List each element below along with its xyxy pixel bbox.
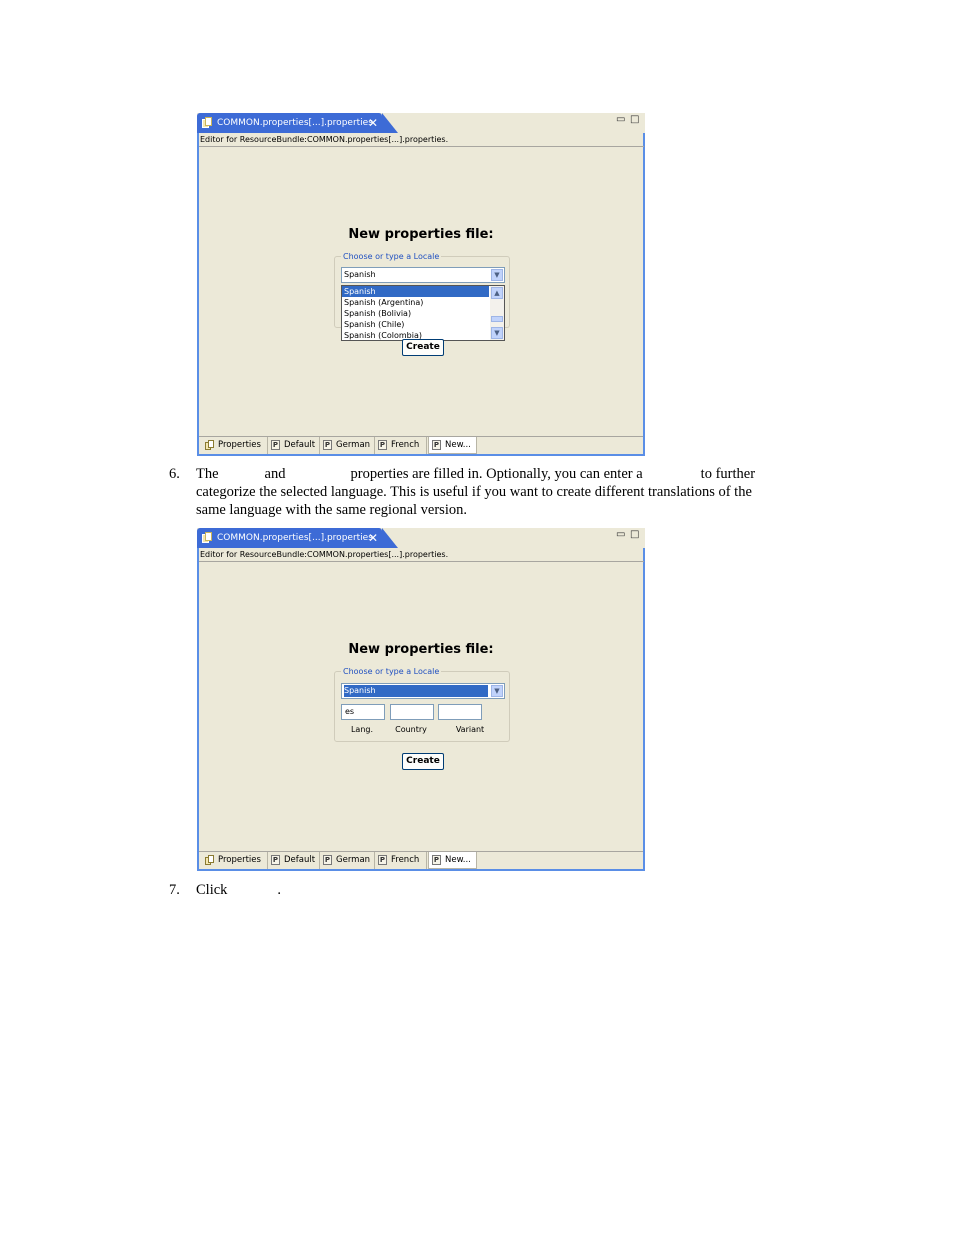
list-item[interactable]: Spanish (Argentina): [342, 297, 489, 308]
scrollbar-thumb[interactable]: [491, 316, 503, 322]
properties-file-icon: P: [378, 855, 387, 865]
tab-new[interactable]: P New...: [428, 852, 477, 869]
text-fragment: .: [277, 882, 282, 898]
variant-input[interactable]: [438, 704, 482, 720]
chevron-down-icon[interactable]: ▼: [491, 327, 503, 339]
step-6-line-3: same language with the same regional ver…: [196, 502, 467, 518]
panel-title: New properties file:: [348, 227, 494, 242]
tab-french[interactable]: P French: [375, 852, 427, 869]
properties-file-icon: P: [432, 855, 441, 865]
tab-german[interactable]: P German: [320, 437, 375, 454]
tab-label: French: [391, 440, 420, 450]
tab-label: Properties: [218, 440, 261, 450]
tab-default[interactable]: P Default: [268, 437, 320, 454]
tab-label: French: [391, 855, 420, 865]
locale-combo-value: Spanish: [344, 270, 376, 279]
country-input[interactable]: [390, 704, 434, 720]
step-number: 6.: [169, 466, 180, 482]
locale-combo[interactable]: Spanish ▼: [341, 267, 505, 283]
list-item[interactable]: Spanish (Chile): [342, 319, 489, 330]
variant-label: Variant: [455, 725, 485, 734]
tab-label: Default: [284, 440, 316, 450]
properties-file-icon: P: [378, 440, 387, 450]
tab-label: Default: [284, 855, 316, 865]
create-button[interactable]: Create: [402, 339, 444, 356]
maximize-icon[interactable]: □: [630, 530, 639, 540]
step-6-text: The and properties are filled in. Optional…: [196, 465, 806, 519]
bottom-tab-bar: Properties P Default P German P French P…: [199, 436, 643, 454]
step-7-text: Click.: [196, 881, 806, 899]
editor-header: Editor for ResourceBundle:COMMON.propert…: [199, 133, 644, 147]
properties-file-icon: P: [323, 440, 332, 450]
tab-german[interactable]: P German: [320, 852, 375, 869]
list-item[interactable]: Spanish (Bolivia): [342, 308, 489, 319]
maximize-icon[interactable]: □: [630, 115, 639, 125]
bottom-tab-bar: Properties P Default P German P French P…: [199, 851, 643, 869]
lang-input[interactable]: es: [341, 704, 385, 720]
panel-title: New properties file:: [348, 642, 494, 657]
locale-group-label: Choose or type a Locale: [341, 667, 442, 677]
resource-bundle-icon: [205, 440, 214, 450]
editor-tab-active[interactable]: COMMON.properties[...].properties ✕: [197, 113, 398, 133]
tab-french[interactable]: P French: [375, 437, 427, 454]
tab-label: German: [336, 855, 371, 865]
editor-tab-title: COMMON.properties[...].properties: [217, 533, 373, 543]
editor-tab-row: COMMON.properties[...].properties ✕ ▭ □: [197, 113, 645, 133]
locale-combo-value: Spanish: [344, 685, 488, 697]
minimize-icon[interactable]: ▭: [616, 530, 625, 540]
close-icon[interactable]: ✕: [368, 113, 378, 133]
step-number: 7.: [169, 882, 180, 898]
tab-new[interactable]: P New...: [428, 437, 477, 454]
resource-bundle-icon: [205, 855, 214, 865]
resource-bundle-icon: [202, 117, 212, 128]
text-fragment: properties are filled in. Optionally, yo…: [350, 466, 643, 482]
properties-file-icon: P: [271, 440, 280, 450]
editor-area: Editor for ResourceBundle:COMMON.propert…: [197, 133, 645, 456]
tab-properties[interactable]: Properties: [202, 852, 268, 869]
text-fragment: to further: [700, 466, 756, 482]
list-item[interactable]: Spanish: [342, 286, 489, 297]
editor-tab-row: COMMON.properties[...].properties ✕ ▭ □: [197, 528, 645, 548]
lang-label: Lang.: [350, 725, 374, 734]
chevron-down-icon[interactable]: ▼: [491, 269, 503, 281]
chevron-up-icon[interactable]: ▲: [491, 287, 503, 299]
text-fragment: The: [196, 466, 219, 482]
properties-file-icon: P: [432, 440, 441, 450]
dropdown-scrollbar[interactable]: ▲ ▼: [490, 286, 504, 340]
text-fragment: and: [264, 466, 286, 482]
step-6-line-1: The and properties are filled in. Optional…: [196, 465, 806, 483]
editor-screenshot-bottom: COMMON.properties[...].properties ✕ ▭ □ …: [197, 528, 645, 871]
create-button[interactable]: Create: [402, 753, 444, 770]
locale-combo[interactable]: Spanish ▼: [341, 683, 505, 699]
country-label: Country: [395, 725, 427, 734]
properties-file-icon: P: [323, 855, 332, 865]
locale-group-label: Choose or type a Locale: [341, 252, 442, 262]
locale-dropdown-list[interactable]: Spanish Spanish (Argentina) Spanish (Bol…: [341, 285, 505, 341]
tab-label: German: [336, 440, 371, 450]
editor-tab-title: COMMON.properties[...].properties: [217, 118, 373, 128]
close-icon[interactable]: ✕: [368, 528, 378, 548]
properties-file-icon: P: [271, 855, 280, 865]
text-fragment: Click: [196, 882, 228, 898]
chevron-down-icon[interactable]: ▼: [491, 685, 503, 697]
step-6-line-2: categorize the selected language. This i…: [196, 484, 752, 500]
minimize-icon[interactable]: ▭: [616, 115, 625, 125]
tab-label: Properties: [218, 855, 261, 865]
tab-label: New...: [445, 440, 471, 450]
tab-default[interactable]: P Default: [268, 852, 320, 869]
editor-header: Editor for ResourceBundle:COMMON.propert…: [199, 548, 644, 562]
editor-screenshot-top: COMMON.properties[...].properties ✕ ▭ □ …: [197, 113, 645, 456]
tab-label: New...: [445, 855, 471, 865]
resource-bundle-icon: [202, 532, 212, 543]
tab-properties[interactable]: Properties: [202, 437, 268, 454]
editor-tab-active[interactable]: COMMON.properties[...].properties ✕: [197, 528, 398, 548]
editor-area: Editor for ResourceBundle:COMMON.propert…: [197, 548, 645, 871]
